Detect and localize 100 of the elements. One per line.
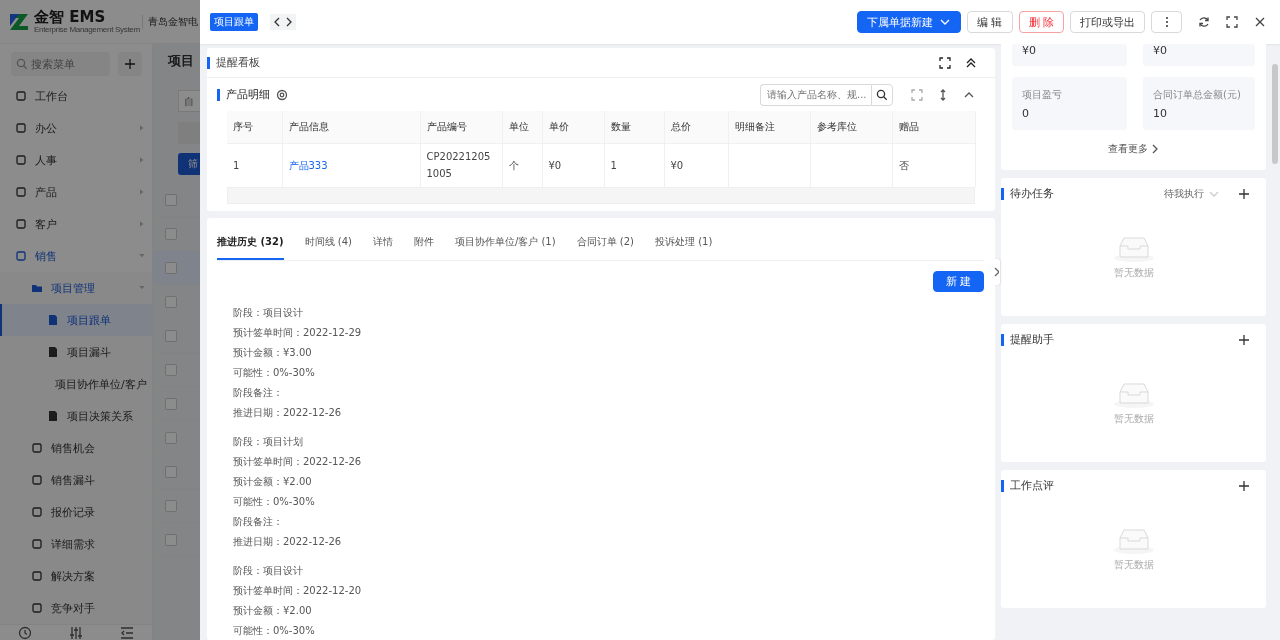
stat-value: 0 [1022,106,1030,120]
menu-fold-icon[interactable] [119,625,134,640]
plus-icon [124,58,136,70]
tab[interactable]: 投诉处理 (1) [654,235,713,260]
checkbox[interactable] [165,295,177,308]
empty-box-icon [1113,234,1154,262]
action-button[interactable]: 删 除 [1018,11,1064,33]
column-header: 总价 [664,111,728,143]
tab[interactable]: 推进历史 (32) [217,235,284,260]
checkbox[interactable] [165,261,177,274]
plus-icon[interactable] [1238,188,1250,200]
history-text: 可能性：0%-30% [233,495,316,509]
document-icon [47,314,59,326]
square-icon [15,250,27,262]
square-icon [31,538,43,550]
menu-item[interactable]: 办公 [0,112,152,144]
fullscreen-icon[interactable] [939,56,951,69]
company-name: 青岛金智电 [142,14,198,29]
history-text: 预计签单时间：2022-12-20 [233,584,363,598]
history-text: 预计签单时间：2022-12-26 [233,455,363,469]
sliders-icon[interactable] [69,625,83,640]
scrollbar-thumb[interactable] [1272,64,1278,164]
column-header: 赠品 [892,111,975,143]
action-button[interactable]: 下属单据新建 [857,11,961,33]
stat-value: ¥0 [1153,44,1168,57]
menu-item[interactable]: 工作台 [0,80,152,112]
plus-icon[interactable] [1238,334,1250,346]
tab[interactable]: 详情 [372,235,393,260]
tab[interactable]: 项目协作单位/客户 (1) [454,235,556,260]
page-title: 项目 [168,52,194,70]
more-icon [1164,16,1169,28]
column-header: 单位 [502,111,542,143]
close-icon[interactable] [1254,16,1266,28]
history-text: 阶段：项目设计 [233,306,304,320]
refresh-icon[interactable] [1198,16,1210,28]
column-header: 明细备注 [728,111,810,143]
stat-value: ¥0 [1022,44,1037,57]
brand-tagline: Enterprise Management System [34,25,140,34]
plus-icon[interactable] [1238,480,1250,492]
column-header: 产品编号 [420,111,502,143]
checkbox[interactable] [165,431,177,444]
history-text: 预计签单时间：2022-12-29 [233,326,363,340]
history-icon[interactable] [18,625,33,640]
section-title: 提醒看板 [207,56,260,69]
history-text: 可能性：0%-30% [233,624,316,638]
history-text: 推进日期：2022-12-26 [233,406,343,420]
gear-icon[interactable] [276,88,288,101]
square-icon [31,442,43,454]
column-header: 参考库位 [810,111,892,143]
column-header: 单价 [542,111,604,143]
search-field[interactable]: 搜索菜单 [11,52,110,76]
history-text: 阶段备注： [233,515,284,529]
action-button[interactable]: 编 辑 [967,11,1013,33]
stat-label: 项目盈亏 [1022,87,1063,102]
column-header: 产品信息 [282,111,420,143]
history-text: 阶段：项目计划 [233,435,304,449]
empty-text: 暂无数据 [1113,558,1154,572]
tab[interactable]: 附件 [413,235,434,260]
checkbox[interactable] [165,363,177,376]
panel-title: 提醒助手 [1001,334,1054,346]
checkbox[interactable] [165,227,177,240]
action-button[interactable]: 打印或导出 [1070,11,1145,33]
menu-item[interactable]: 客户 [0,208,152,240]
add-button[interactable] [118,52,142,76]
search-icon [16,58,28,70]
expand-icon[interactable] [911,88,923,101]
checkbox[interactable] [165,397,177,410]
empty-text: 暂无数据 [1113,266,1154,280]
square-icon [15,186,27,198]
fullscreen-icon[interactable] [1226,16,1238,28]
empty-box-icon [1113,526,1154,554]
history-text: 推进日期：2022-12-26 [233,535,343,549]
history-text: 阶段：项目设计 [233,564,304,578]
checkbox[interactable] [165,533,177,546]
history-text: 可能性：0%-30% [233,366,316,380]
panel-title: 待办任务 [1001,188,1054,200]
stat-label: 合同订单总金额(元) [1153,87,1242,102]
tab[interactable]: 合同订单 (2) [576,235,634,260]
collapse-icon[interactable] [965,56,977,69]
history-text: 预计金额：¥2.00 [233,475,313,489]
search-field[interactable]: 请输入产品名称、规... [760,83,871,106]
collapse-handle[interactable] [990,259,1000,285]
square-icon [31,602,43,614]
search-icon [876,88,888,101]
history-text: 预计金额：¥2.00 [233,604,313,618]
menu-item[interactable]: 人事 [0,144,152,176]
checkbox[interactable] [165,465,177,478]
filter-dropdown[interactable]: 待我执行 [1164,187,1220,201]
menu-item[interactable]: 产品 [0,176,152,208]
square-icon [15,218,27,230]
checkbox[interactable] [165,329,177,342]
checkbox[interactable] [165,193,177,206]
tab[interactable]: 时间线 (4) [304,235,352,260]
menu-item[interactable]: 销售 [0,240,152,272]
history-text: 阶段备注： [233,386,284,400]
new-button[interactable]: 新 建 [932,271,984,292]
checkbox[interactable] [165,499,177,512]
search-button[interactable] [871,83,893,106]
see-more-link[interactable]: 查看更多 [1012,134,1255,164]
menu-item[interactable]: 项目跟单 [0,304,152,336]
